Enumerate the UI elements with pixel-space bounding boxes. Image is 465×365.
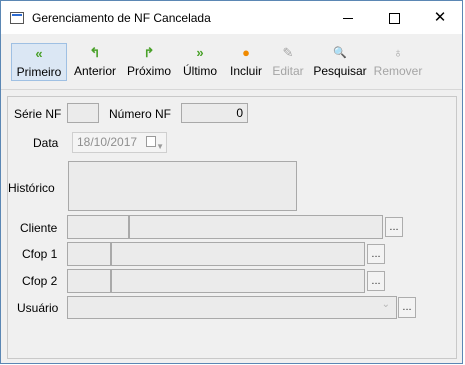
cfop1-description-input[interactable] [111,242,365,266]
usuario-label: Usuário [17,301,59,315]
close-icon: ✕ [433,9,447,26]
data-label: Data [33,136,59,150]
toolbar-editar-label: Editar [272,64,304,78]
toolbar-proximo-label: Próximo [126,64,171,78]
historico-label: Histórico [8,181,55,195]
cfop2-lookup-button[interactable]: ... [367,271,385,291]
cliente-lookup-button[interactable]: ... [385,217,403,237]
usuario-lookup-button[interactable]: ... [398,297,416,318]
calendar-icon[interactable] [146,136,156,147]
historico-textarea[interactable] [68,161,297,211]
window-icon [10,12,24,24]
usuario-select[interactable]: ⌄ [67,296,397,319]
toolbar-primeiro-button[interactable]: « Primeiro [11,43,67,81]
toolbar-pesquisar-button[interactable]: 🔍 Pesquisar [311,43,369,81]
maximize-button[interactable] [371,1,417,34]
cfop2-label: Cfop 2 [22,274,58,288]
serie-label: Série NF [14,107,62,121]
toolbar-primeiro-label: Primeiro [16,65,62,79]
toolbar-ultimo-label: Último [182,64,217,78]
serie-nf-input[interactable] [67,103,99,123]
cliente-code-input[interactable] [67,215,129,239]
remove-icon: ♁ [393,45,403,60]
toolbar-proximo-button[interactable]: ↱ Próximo [124,43,174,81]
close-button[interactable]: ✕ [417,1,463,34]
redo-arrow-icon: ↱ [143,45,155,60]
date-picker[interactable]: 18/10/2017 ▼ [72,132,167,153]
cfop2-code-input[interactable] [67,269,111,293]
maximize-icon [388,12,400,24]
toolbar-remover-label: Remover [373,64,423,78]
toolbar-editar-button[interactable]: ✎ Editar [269,43,307,81]
toolbar-anterior-button[interactable]: ↰ Anterior [71,43,119,81]
chevron-down-icon: ⌄ [381,299,390,310]
double-left-arrow-icon: « [35,46,43,61]
toolbar-anterior-label: Anterior [73,64,117,78]
search-icon: 🔍 [333,47,347,59]
cfop2-description-input[interactable] [111,269,365,293]
form-panel: Série NF Número NF 0 Data 18/10/2017 ▼ H… [7,96,457,359]
toolbar: « Primeiro ↰ Anterior ↱ Próximo » Último… [1,34,462,90]
toolbar-ultimo-button[interactable]: » Último [179,43,221,81]
date-value: 18/10/2017 [77,135,138,149]
cliente-name-input[interactable] [129,215,383,239]
undo-arrow-icon: ↰ [89,45,101,60]
numero-nf-input[interactable]: 0 [181,103,248,123]
cfop1-code-input[interactable] [67,242,111,266]
minimize-icon [343,17,353,19]
cliente-label: Cliente [20,221,58,235]
toolbar-remover-button[interactable]: ♁ Remover [372,43,424,81]
cfop1-lookup-button[interactable]: ... [367,244,385,264]
minimize-button[interactable] [325,1,371,34]
numero-label: Número NF [109,107,172,121]
toolbar-incluir-label: Incluir [229,64,262,78]
chevron-down-icon: ▼ [156,142,164,151]
double-right-arrow-icon: » [196,45,204,60]
app-window: Gerenciamento de NF Cancelada ✕ « Primei… [0,0,463,364]
toolbar-pesquisar-label: Pesquisar [313,64,367,78]
pencil-icon: ✎ [282,45,294,60]
window-title: Gerenciamento de NF Cancelada [32,11,211,25]
title-bar: Gerenciamento de NF Cancelada ✕ [1,1,462,34]
toolbar-incluir-button[interactable]: ● Incluir [226,43,266,81]
cfop1-label: Cfop 1 [22,247,58,261]
insert-circle-icon: ● [242,45,250,60]
